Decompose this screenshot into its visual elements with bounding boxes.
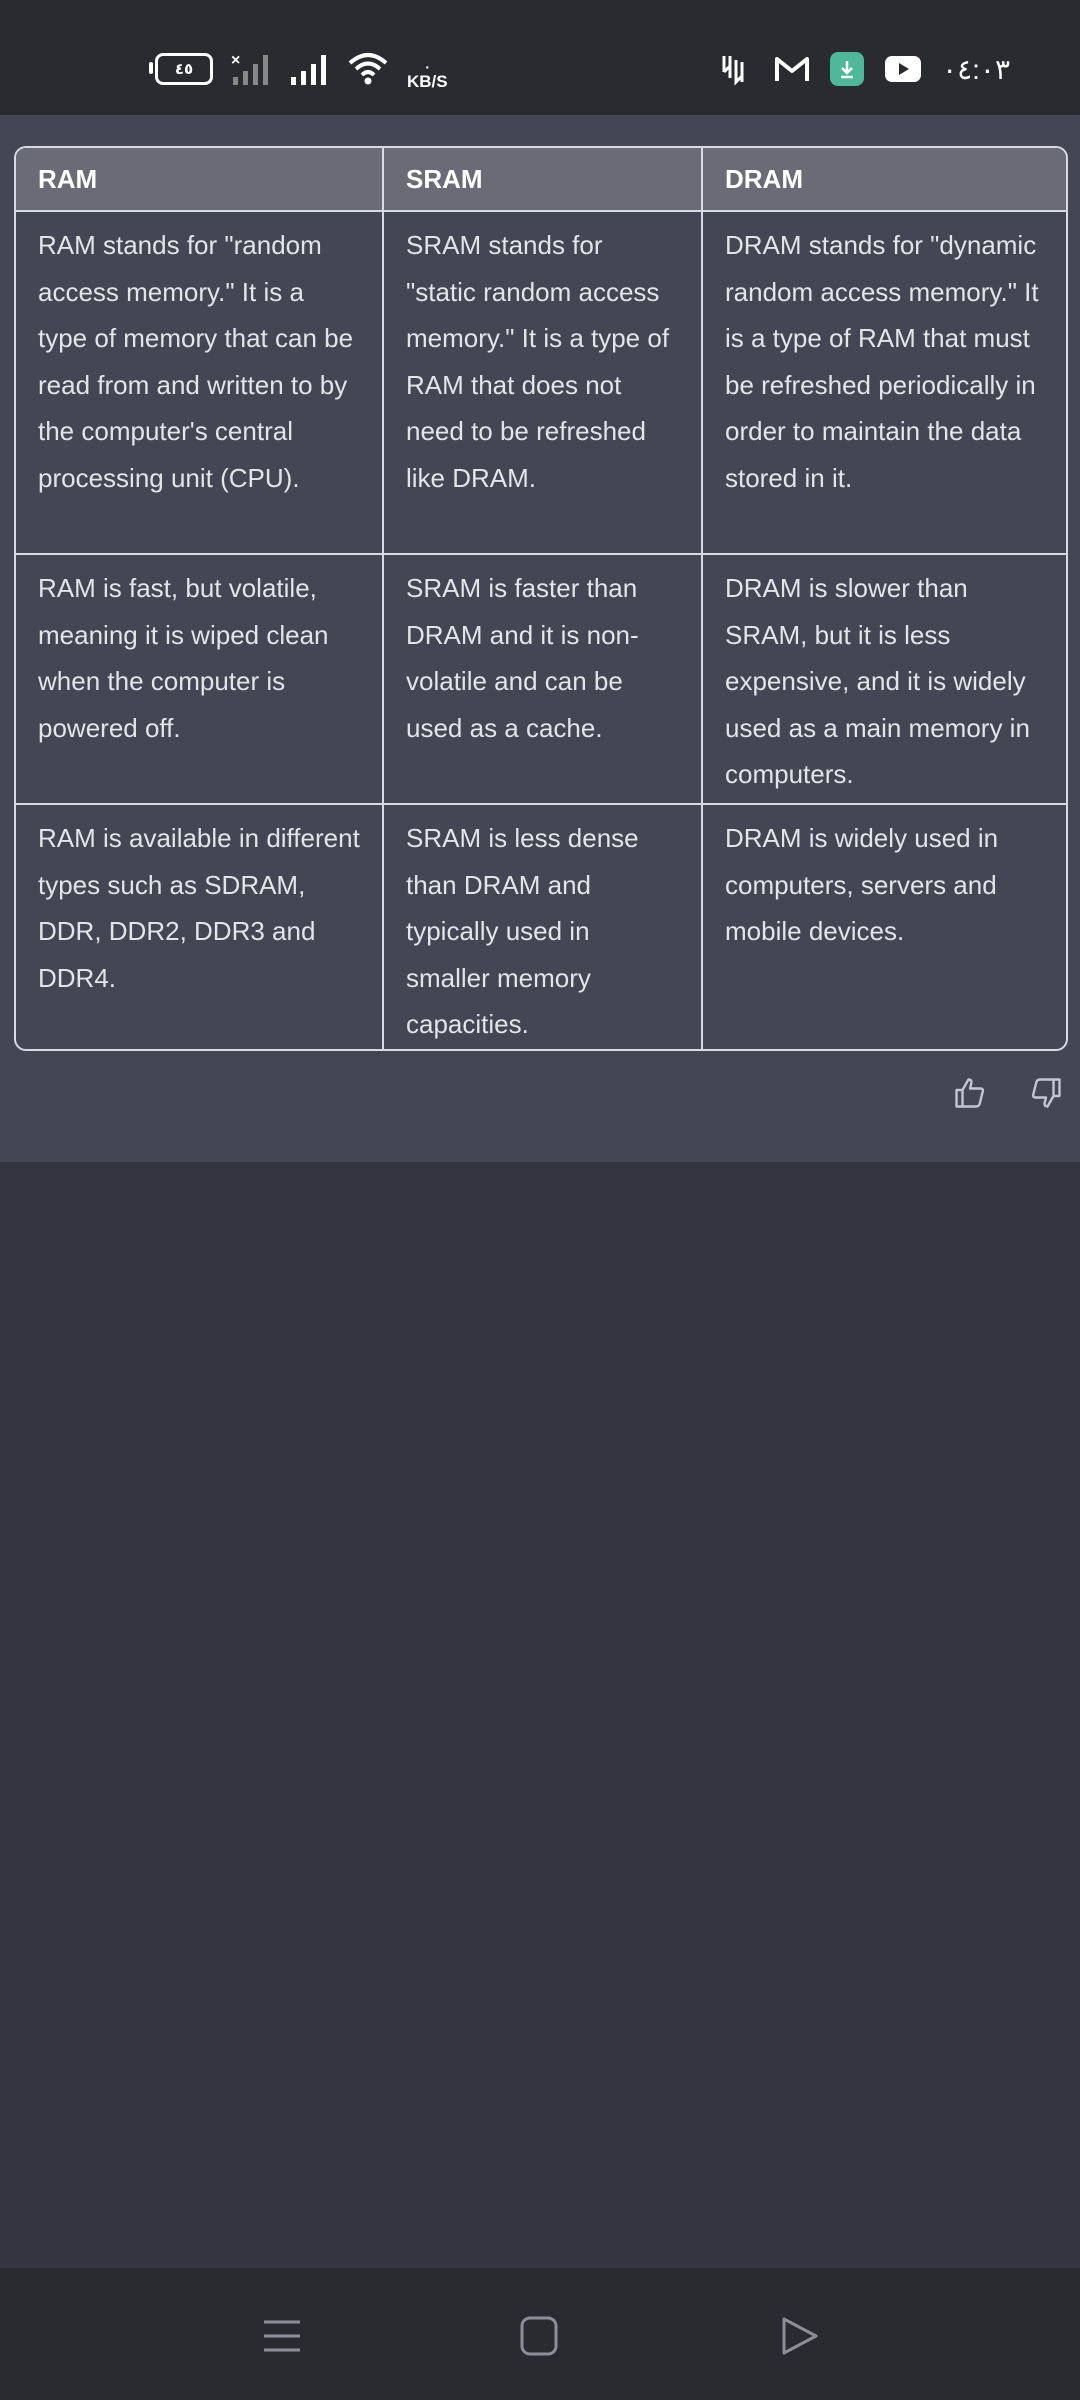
comparison-table: RAM SRAM DRAM RAM stands for "random acc… (14, 146, 1068, 1051)
table-cell: SRAM stands for "static random access me… (382, 210, 703, 555)
signal-icon (291, 55, 326, 85)
net-speed-unit: KB/S (407, 72, 448, 91)
home-icon[interactable] (518, 2314, 562, 2358)
youtube-icon (885, 56, 922, 82)
table-cell: SRAM is faster than DRAM and it is non-v… (382, 553, 703, 805)
table-cell: RAM stands for "random access memory." I… (16, 210, 384, 555)
header-ram: RAM (16, 148, 384, 212)
net-speed-value: ٠ (423, 60, 431, 74)
no-signal-icon: × (231, 52, 268, 85)
download-icon (830, 52, 865, 86)
status-bar-left: ٤٥ × ٠ KB/S (149, 50, 448, 91)
battery-icon: ٤٥ (149, 53, 213, 85)
header-dram: DRAM (701, 148, 1066, 212)
table-cell: RAM is fast, but volatile, meaning it is… (16, 553, 384, 805)
table-row: RAM is fast, but volatile, meaning it is… (16, 553, 1066, 805)
status-bar-right: ٠٤:٠٣ (720, 48, 1010, 90)
thumbs-down-icon[interactable] (1028, 1075, 1064, 1111)
table-header-row: RAM SRAM DRAM (16, 148, 1066, 212)
table-cell: RAM is available in different types such… (16, 803, 384, 1049)
feedback-buttons (952, 1075, 1064, 1111)
gmail-icon (775, 57, 810, 81)
back-icon[interactable] (778, 2314, 822, 2358)
stock-icon (722, 56, 744, 86)
battery-level: ٤٥ (174, 61, 194, 78)
header-sram: SRAM (382, 148, 703, 212)
table-cell: DRAM stands for "dynamic random access m… (701, 210, 1066, 555)
table-cell: SRAM is less dense than DRAM and typical… (382, 803, 703, 1049)
table-row: RAM stands for "random access memory." I… (16, 210, 1066, 555)
table-row: RAM is available in different types such… (16, 803, 1066, 1049)
system-nav-bar (0, 2268, 1080, 2400)
svg-text:×: × (231, 52, 240, 69)
wifi-icon (348, 53, 388, 85)
net-speed: ٠ KB/S (407, 60, 448, 92)
menu-icon[interactable] (260, 2314, 304, 2358)
table-cell: DRAM is widely used in computers, server… (701, 803, 1066, 1049)
assistant-message: RAM SRAM DRAM RAM stands for "random acc… (0, 115, 1080, 1162)
table-cell: DRAM is slower than SRAM, but it is less… (701, 553, 1066, 805)
thumbs-up-icon[interactable] (952, 1075, 988, 1111)
clock: ٠٤:٠٣ (942, 53, 1010, 85)
status-bar: ٤٥ × ٠ KB/S ٠٤:٠٣ (0, 0, 1080, 115)
